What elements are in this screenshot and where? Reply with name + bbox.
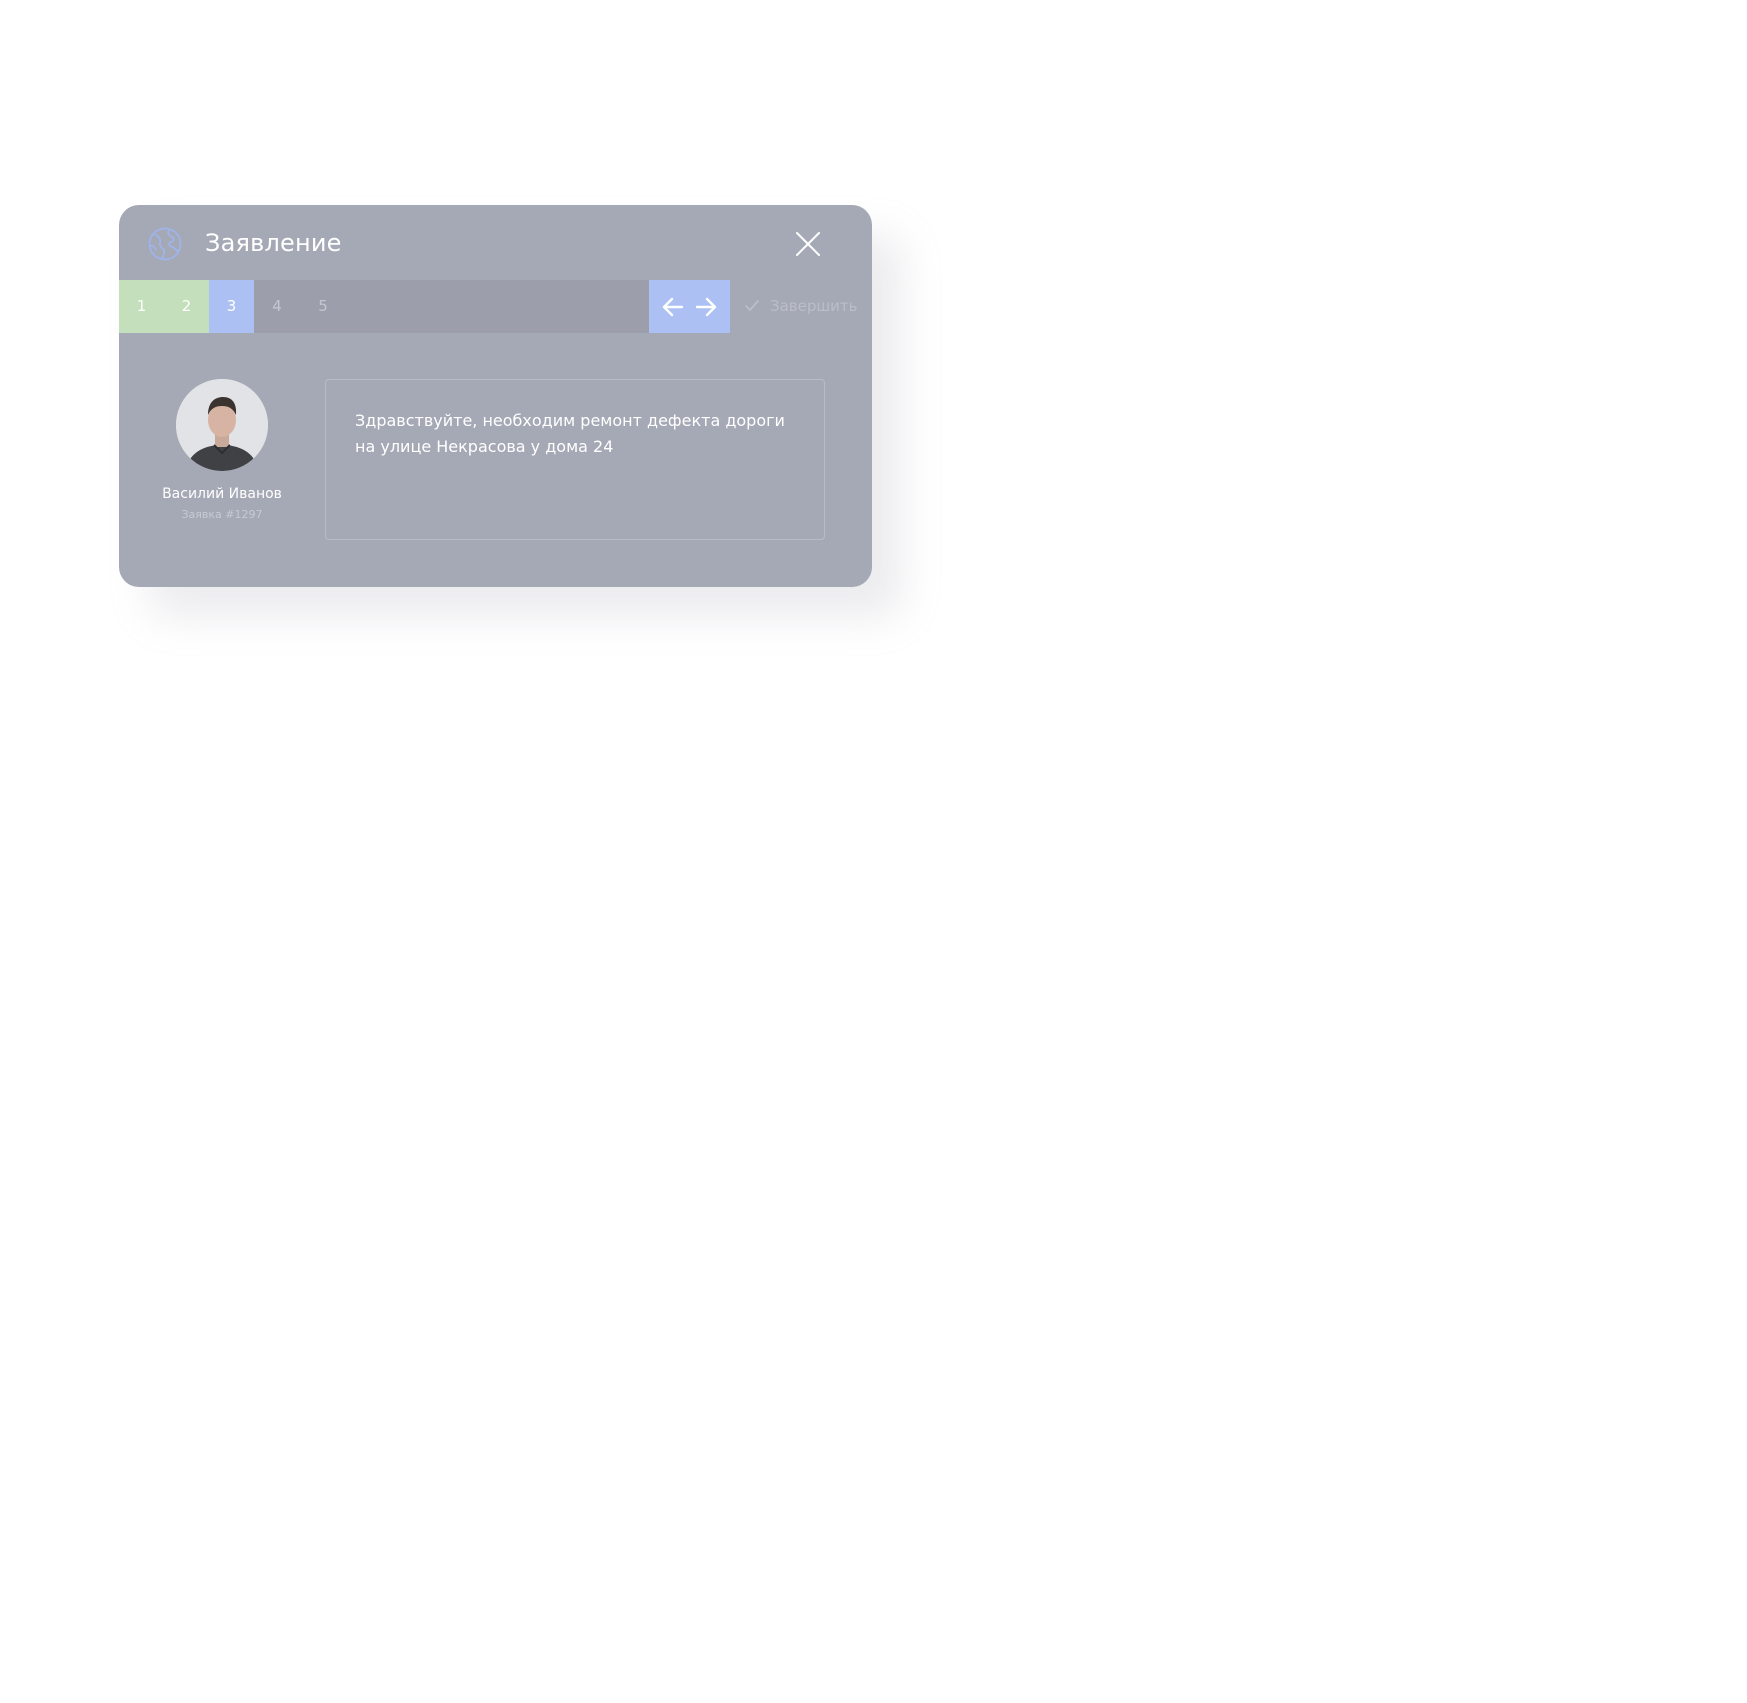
- avatar: [176, 379, 268, 471]
- step-navigation: [649, 280, 730, 333]
- message-text: Здравствуйте, необходим ремонт дефекта д…: [355, 411, 785, 456]
- step-5[interactable]: 5: [300, 280, 346, 333]
- stepper: 1 2 3 4 5 Завершить: [119, 280, 872, 333]
- arrow-left-icon[interactable]: [659, 293, 687, 321]
- dialog-header: Заявление: [119, 205, 872, 280]
- finish-button[interactable]: Завершить: [744, 280, 857, 333]
- checkmark-icon: [745, 300, 759, 311]
- request-dialog: Заявление 1 2 3 4 5 Завершить Василий Ив…: [119, 205, 872, 587]
- message-box[interactable]: Здравствуйте, необходим ремонт дефекта д…: [325, 379, 825, 540]
- step-4[interactable]: 4: [254, 280, 300, 333]
- dialog-title: Заявление: [205, 229, 342, 257]
- step-2[interactable]: 2: [164, 280, 209, 333]
- step-1[interactable]: 1: [119, 280, 164, 333]
- globe-icon: [147, 226, 183, 262]
- finish-label: Завершить: [770, 297, 858, 315]
- step-3[interactable]: 3: [209, 280, 254, 333]
- arrow-right-icon[interactable]: [692, 293, 720, 321]
- ticket-number: Заявка #1297: [181, 508, 263, 521]
- user-name: Василий Иванов: [162, 486, 282, 502]
- close-icon[interactable]: [791, 227, 825, 261]
